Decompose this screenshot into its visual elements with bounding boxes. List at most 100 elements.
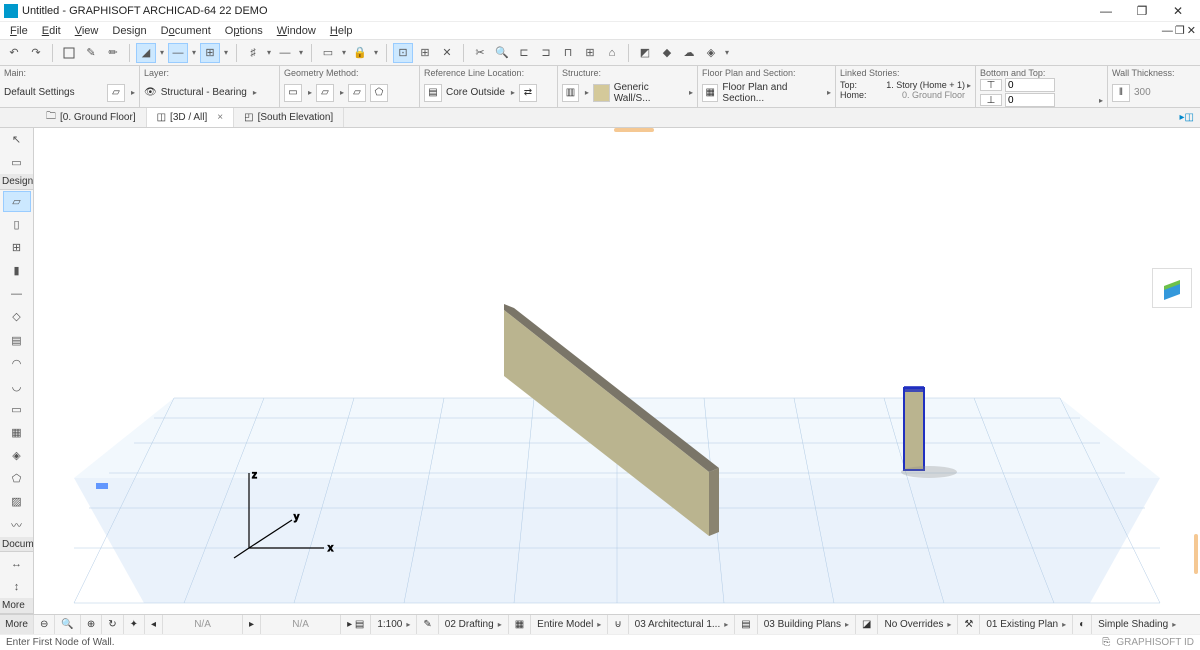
tab-ground-floor[interactable]: 🗀[0. Ground Floor]	[36, 108, 147, 127]
penset-select[interactable]: 02 Drafting▸	[439, 615, 509, 634]
pick-button[interactable]	[59, 43, 79, 63]
dropdown-icon[interactable]: ▸	[967, 81, 971, 90]
marquee-tool[interactable]: ▭	[3, 152, 31, 173]
dropdown-icon[interactable]: ▾	[265, 48, 273, 57]
skylight-tool[interactable]: ▭	[3, 399, 31, 420]
connect-icon[interactable]: ⎘	[1102, 637, 1110, 648]
level-tool[interactable]: ↕	[3, 576, 31, 597]
menu-file[interactable]: File	[4, 24, 34, 38]
panel-restore-button[interactable]: ❐	[1175, 24, 1185, 37]
clip-button[interactable]: ◩	[635, 43, 655, 63]
roof-tool[interactable]: ◠	[3, 353, 31, 374]
default-settings-button[interactable]: Default Settings	[4, 87, 75, 98]
structure-icon[interactable]: ▥	[562, 84, 579, 102]
orientation-badge[interactable]	[1152, 268, 1192, 308]
distribute-button[interactable]: ⊐	[536, 43, 556, 63]
find-button[interactable]: 🔍	[492, 43, 512, 63]
fps-icon[interactable]: ▦	[702, 84, 718, 102]
box-button[interactable]: ◈	[701, 43, 721, 63]
menu-options[interactable]: Options	[219, 24, 269, 38]
column-tool[interactable]: ▮	[3, 260, 31, 281]
lock-button[interactable]: 🔒	[350, 43, 370, 63]
dropdown-icon[interactable]: ▸	[1099, 96, 1103, 105]
override-icon[interactable]: ◪	[856, 615, 878, 634]
more-button[interactable]: More	[0, 615, 34, 634]
drag-handle[interactable]	[614, 128, 654, 132]
tab-south-elevation[interactable]: ◰[South Elevation]	[234, 108, 344, 127]
dropdown-icon[interactable]: ▸	[308, 88, 312, 97]
geom-poly-button[interactable]: ⬠	[370, 84, 388, 102]
cross-button[interactable]: ✕	[437, 43, 457, 63]
zoom-in-button[interactable]: ⊕	[81, 615, 102, 634]
zoom-button[interactable]: 🔍	[55, 615, 80, 634]
curtain-wall-tool[interactable]: ▦	[3, 422, 31, 443]
tab-close-button[interactable]: ×	[217, 112, 223, 123]
layer-icon[interactable]: ⊍	[608, 615, 628, 634]
dropdown-icon[interactable]: ▸	[585, 88, 589, 97]
orbit-button[interactable]: ✦	[124, 615, 145, 634]
maximize-button[interactable]: ❐	[1124, 1, 1160, 21]
eyedropper-button[interactable]: ✎	[81, 43, 101, 63]
reno-select[interactable]: 01 Existing Plan▸	[980, 615, 1073, 634]
next-view-button[interactable]: ▸	[243, 615, 261, 634]
dropdown-icon[interactable]: ▸	[511, 88, 515, 97]
top-story-select[interactable]: 1. Story (Home + 1)	[874, 80, 965, 90]
dropdown-icon[interactable]: ▾	[190, 48, 198, 57]
geom-straight-button[interactable]: ▭	[284, 84, 302, 102]
dropdown-icon[interactable]: ▸	[689, 88, 693, 97]
stack-button[interactable]: ⊓	[558, 43, 578, 63]
penset-icon[interactable]: ✎	[417, 615, 438, 634]
measure-button[interactable]: ✂	[470, 43, 490, 63]
plans-icon[interactable]: ▤	[735, 615, 757, 634]
model-icon[interactable]: ▦	[509, 615, 531, 634]
dimension-tool[interactable]: ↔	[3, 553, 31, 574]
dropdown-icon[interactable]: ▸	[253, 88, 257, 97]
door-tool[interactable]: ▯	[3, 214, 31, 235]
align-button[interactable]: ⊏	[514, 43, 534, 63]
graphisoft-id-button[interactable]: GRAPHISOFT ID	[1116, 637, 1194, 648]
pan-button[interactable]: ↻	[102, 615, 123, 634]
beam-tool[interactable]: —	[3, 283, 31, 304]
material-swatch[interactable]	[593, 84, 610, 102]
menu-help[interactable]: Help	[324, 24, 359, 38]
geom-trap-button[interactable]: ▱	[348, 84, 366, 102]
ruler-button[interactable]: —	[275, 43, 295, 63]
flip-button[interactable]: ⇄	[519, 84, 537, 102]
morph-tool[interactable]: ◈	[3, 445, 31, 466]
model-select[interactable]: Entire Model▸	[531, 615, 608, 634]
reno-icon[interactable]: ⚒	[958, 615, 980, 634]
panel-minimize-button[interactable]: —	[1162, 25, 1173, 37]
3d-viewport[interactable]: z x y	[34, 128, 1200, 614]
dropdown-icon[interactable]: ▾	[372, 48, 380, 57]
plans-select[interactable]: 03 Building Plans▸	[758, 615, 856, 634]
shading-select[interactable]: Simple Shading▸	[1092, 615, 1182, 634]
guide-button[interactable]: ◢	[136, 43, 156, 63]
cloud-button[interactable]: ☁	[679, 43, 699, 63]
mesh-tool[interactable]: 〰	[3, 515, 31, 536]
slab-tool[interactable]: ◇	[3, 306, 31, 327]
object-tool[interactable]: ⬠	[3, 468, 31, 489]
override-select[interactable]: No Overrides▸	[878, 615, 958, 634]
menu-view[interactable]: View	[69, 24, 105, 38]
tab-overflow-button[interactable]: ▸◫	[1174, 110, 1200, 125]
render-button[interactable]: ◆	[657, 43, 677, 63]
layer-combo-select[interactable]: 03 Architectural 1...▸	[629, 615, 736, 634]
dropdown-icon[interactable]: ▾	[723, 48, 731, 57]
wall-profile-icon[interactable]: ▱	[107, 84, 125, 102]
shading-icon[interactable]: ◐	[1073, 615, 1092, 634]
grid-button[interactable]: ♯	[243, 43, 263, 63]
rect-button[interactable]: ▭	[318, 43, 338, 63]
menu-window[interactable]: Window	[271, 24, 322, 38]
snap-button[interactable]: —	[168, 43, 188, 63]
bottom-offset-input[interactable]	[1005, 93, 1055, 107]
menu-design[interactable]: Design	[106, 24, 152, 38]
dropdown-icon[interactable]: ▾	[222, 48, 230, 57]
redo-button[interactable]: ↷	[26, 43, 46, 63]
close-button[interactable]: ✕	[1160, 1, 1196, 21]
drag-handle-right[interactable]	[1194, 534, 1198, 574]
more-section-label[interactable]: More	[0, 598, 33, 614]
geom-curved-button[interactable]: ▱	[316, 84, 334, 102]
arrow-tool[interactable]: ↖	[3, 129, 31, 150]
dropdown-icon[interactable]: ▾	[297, 48, 305, 57]
document-section-label[interactable]: Docume	[0, 537, 33, 553]
